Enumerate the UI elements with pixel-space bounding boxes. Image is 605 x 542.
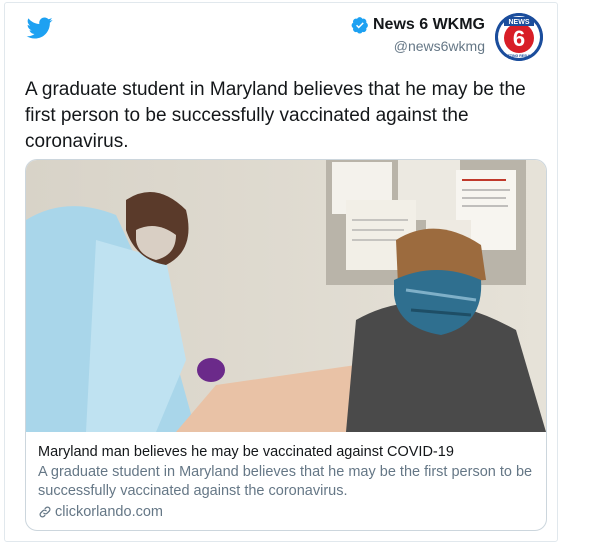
- author-name[interactable]: News 6 WKMG: [373, 16, 485, 34]
- link-description[interactable]: A graduate student in Maryland believes …: [38, 463, 538, 501]
- avatar[interactable]: NEWS 6 GETTING RESULTS: [495, 13, 543, 61]
- tweet-embed-card: News 6 WKMG @news6wkmg NEWS 6 GETTING RE…: [4, 2, 558, 542]
- link-preview-card[interactable]: Maryland man believes he may be vaccinat…: [25, 159, 547, 531]
- link-icon: [39, 506, 51, 518]
- author-block[interactable]: News 6 WKMG @news6wkmg: [351, 16, 485, 54]
- verified-badge-icon: [351, 17, 368, 34]
- link-domain[interactable]: clickorlando.com: [55, 504, 163, 520]
- avatar-label-top: NEWS: [509, 19, 530, 26]
- article-photo[interactable]: [26, 160, 546, 432]
- author-handle[interactable]: @news6wkmg: [351, 38, 485, 54]
- author-name-row[interactable]: News 6 WKMG: [351, 16, 485, 34]
- tweet-text: A graduate student in Maryland believes …: [25, 79, 526, 152]
- twitter-bird-icon[interactable]: [25, 15, 55, 41]
- avatar-label-number: 6: [513, 26, 525, 51]
- link-title[interactable]: Maryland man believes he may be vaccinat…: [38, 443, 538, 461]
- avatar-label-bottom: GETTING RESULTS: [503, 54, 536, 58]
- link-domain-row[interactable]: clickorlando.com: [38, 504, 163, 520]
